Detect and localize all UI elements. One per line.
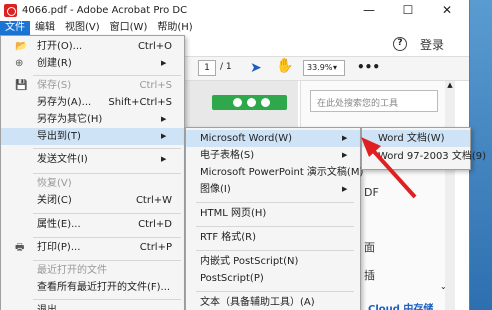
menu-item-exit[interactable]: 退出... <box>1 302 184 310</box>
export-submenu: Microsoft Word(W) ▶ 电子表格(S) ▶ Microsoft … <box>185 127 363 310</box>
separator <box>196 291 354 292</box>
login-button[interactable]: 登录 <box>420 36 444 53</box>
zoom-input[interactable]: 33.9% <box>303 60 345 76</box>
menu-item-view-all-recent[interactable]: 查看所有最近打开的文件(F)... <box>1 279 184 296</box>
file-menu: 📂 打开(O)... Ctrl+O ⊕ 创建(R) ▶ 💾 保存(S) Ctrl… <box>0 35 185 310</box>
separator <box>196 250 354 251</box>
separator <box>196 202 354 203</box>
separator <box>33 75 181 76</box>
menu-edit[interactable]: 编辑 <box>30 21 60 35</box>
menu-item-send-file[interactable]: 发送文件(I) ▶ <box>1 151 184 168</box>
close-button[interactable]: ✕ <box>432 0 462 21</box>
chevron-right-icon: ▶ <box>342 151 348 159</box>
menu-item-close[interactable]: 关闭(C) Ctrl+W <box>1 192 184 209</box>
menu-view[interactable]: 视图(V) <box>60 21 105 35</box>
select-cursor-icon[interactable]: ➤ <box>250 60 262 76</box>
menu-item-open[interactable]: 📂 打开(O)... Ctrl+O <box>1 38 184 55</box>
menu-item-save-as-other[interactable]: 另存为其它(H) ▶ <box>1 111 184 128</box>
scroll-up-icon[interactable]: ▲ <box>445 81 455 89</box>
page-total: / 1 <box>220 62 232 72</box>
create-icon: ⊕ <box>15 58 24 69</box>
export-item-postscript[interactable]: PostScript(P) <box>186 270 360 287</box>
page-number-input[interactable]: 1 <box>198 60 216 76</box>
export-item-powerpoint[interactable]: Microsoft PowerPoint 演示文稿(M) <box>186 164 363 181</box>
menu-item-print[interactable]: 🖶 打印(P)... Ctrl+P <box>1 239 184 256</box>
scroll-down-icon[interactable]: ⌄ <box>440 282 447 291</box>
chevron-down-icon[interactable]: ▾ <box>333 60 337 76</box>
hand-tool-icon[interactable]: ✋ <box>276 58 293 74</box>
acrobat-icon <box>4 4 17 17</box>
scrollbar[interactable] <box>445 81 455 310</box>
separator <box>33 213 181 214</box>
separator <box>33 237 181 238</box>
menu-bar: 文件 编辑 视图(V) 窗口(W) 帮助(H) <box>0 21 469 35</box>
folder-open-icon: 📂 <box>15 41 28 52</box>
document-icon <box>233 98 242 107</box>
menu-help[interactable]: 帮助(H) <box>152 21 197 35</box>
chevron-right-icon: ▶ <box>161 115 167 123</box>
export-item-word[interactable]: Microsoft Word(W) ▶ <box>186 130 360 147</box>
menu-item-revert[interactable]: 恢复(V) <box>1 175 184 192</box>
menu-item-save[interactable]: 💾 保存(S) Ctrl+S <box>1 77 184 94</box>
minimize-button[interactable]: — <box>354 0 384 21</box>
separator <box>33 173 181 174</box>
chevron-right-icon: ▶ <box>161 132 167 140</box>
cloud-storage-link[interactable]: Cloud 中存储 <box>368 300 433 310</box>
word-submenu: Word 文档(W) Word 97-2003 文档(9) <box>361 127 486 170</box>
word-item-docx[interactable]: Word 文档(W) <box>362 130 470 147</box>
help-icon[interactable]: ? <box>393 37 407 51</box>
export-item-html[interactable]: HTML 网页(H) <box>186 205 360 222</box>
export-item-image[interactable]: 图像(I) ▶ <box>186 181 360 198</box>
export-item-rtf[interactable]: RTF 格式(R) <box>186 229 360 246</box>
menu-item-save-as[interactable]: 另存为(A)... Shift+Ctrl+S <box>1 94 184 111</box>
separator <box>33 148 181 149</box>
tool-label[interactable]: 面 <box>364 239 375 255</box>
menu-item-create[interactable]: ⊕ 创建(R) ▶ <box>1 55 184 72</box>
chevron-right-icon: ▶ <box>161 155 167 163</box>
more-icon[interactable]: ••• <box>357 60 380 74</box>
export-item-eps[interactable]: 内嵌式 PostScript(N) <box>186 253 360 270</box>
window-title: 4066.pdf - Adobe Acrobat Pro DC <box>22 5 188 16</box>
chevron-right-icon: ▶ <box>161 59 167 67</box>
export-item-spreadsheet[interactable]: 电子表格(S) ▶ <box>186 147 360 164</box>
save-icon: 💾 <box>15 80 28 91</box>
menu-window[interactable]: 窗口(W) <box>105 21 153 35</box>
separator <box>196 226 354 227</box>
print-icon: 🖶 <box>15 242 25 253</box>
separator <box>33 260 181 261</box>
tool-label[interactable]: DF <box>364 186 379 199</box>
chevron-right-icon: ▶ <box>342 134 348 142</box>
menu-file[interactable]: 文件 <box>0 21 30 35</box>
menu-item-recent-files-header: 最近打开的文件 <box>37 265 107 276</box>
document-icon <box>261 98 270 107</box>
tools-search-input[interactable]: 在此处搜索您的工具 <box>310 90 438 112</box>
document-icon <box>247 98 256 107</box>
maximize-button[interactable]: ☐ <box>393 0 423 21</box>
menu-item-export-to[interactable]: 导出到(T) ▶ <box>1 128 184 145</box>
export-item-text[interactable]: 文本（具备辅助工具）(A) <box>186 294 360 310</box>
separator <box>33 299 181 300</box>
menu-item-properties[interactable]: 属性(E)... Ctrl+D <box>1 216 184 233</box>
chevron-right-icon: ▶ <box>342 185 348 193</box>
word-item-doc97[interactable]: Word 97-2003 文档(9) <box>362 148 486 165</box>
title-bar: 4066.pdf - Adobe Acrobat Pro DC — ☐ ✕ <box>0 0 469 21</box>
tool-label[interactable]: 插 <box>364 267 375 283</box>
